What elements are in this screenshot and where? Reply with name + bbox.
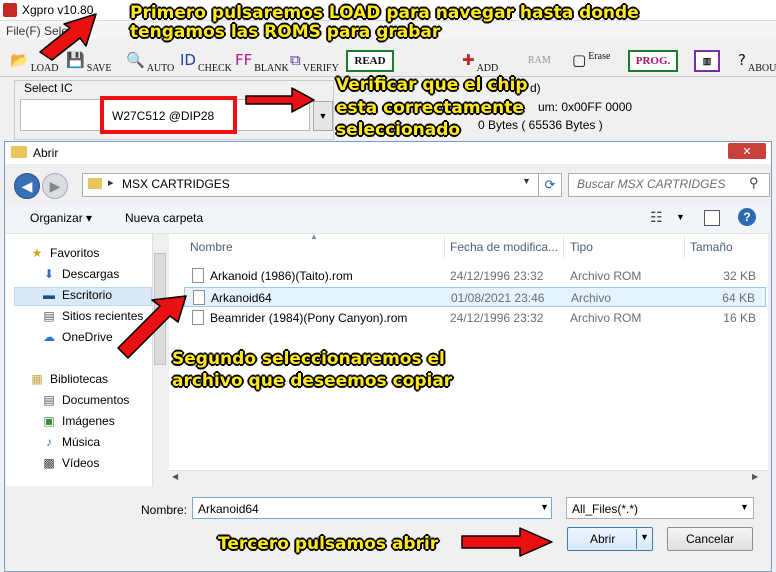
arrow-to-ic-select-icon	[245, 87, 315, 113]
annotation-step3: Tercero pulsamos abrir	[218, 534, 439, 554]
annotation-verify-line2: esta correctamente	[336, 98, 524, 118]
annotation-step1-line2: tengamos las ROMS para grabar	[130, 22, 441, 42]
annotation-verify-line1: Verificar que el chip	[336, 75, 528, 95]
arrow-to-open-button-icon	[461, 527, 553, 557]
annotation-step2-line2: archivo que deseemos copiar	[172, 371, 453, 391]
annotation-verify-line3: seleccionado	[336, 120, 461, 140]
annotation-step1-line1: Primero pulsaremos LOAD para navegar has…	[130, 3, 639, 23]
annotation-step2-line1: Segundo seleccionaremos el	[172, 349, 445, 369]
arrow-to-load-icon	[39, 13, 97, 61]
